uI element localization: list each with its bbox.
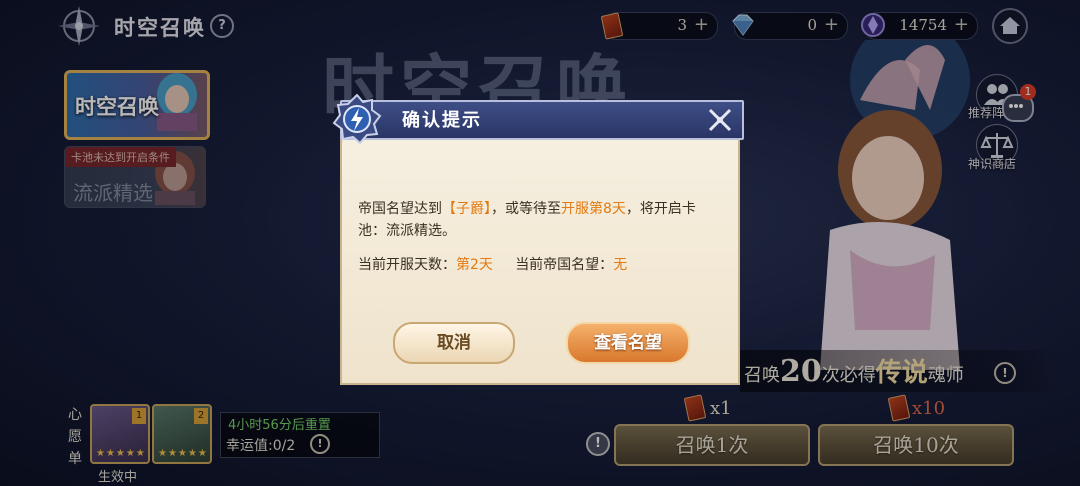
message-highlight: 开服第8天 xyxy=(561,201,626,217)
view-prestige-button[interactable]: 查看名望 xyxy=(566,322,690,364)
message-highlight: 【子爵】 xyxy=(442,201,491,217)
cancel-button[interactable]: 取消 xyxy=(393,322,515,364)
prestige-value: 无 xyxy=(613,257,628,273)
message-text: ，或等待至 xyxy=(491,201,561,217)
dialog-message: 帝国名望达到【子爵】，或等待至开服第8天，将开启卡池：流派精选。 xyxy=(358,198,722,242)
open-days-label: 当前开服天数： xyxy=(358,257,456,273)
dialog-stats: 当前开服天数：第2天 当前帝国名望：无 xyxy=(358,254,627,274)
prestige-label: 当前帝国名望： xyxy=(515,257,614,273)
message-text: 帝国名望达到 xyxy=(358,201,442,217)
dialog-title: 确认提示 xyxy=(402,110,482,131)
open-days-value: 第2天 xyxy=(456,257,493,273)
dialog-header xyxy=(340,100,744,140)
lightning-emblem-icon xyxy=(332,94,382,144)
close-icon[interactable] xyxy=(706,106,734,134)
